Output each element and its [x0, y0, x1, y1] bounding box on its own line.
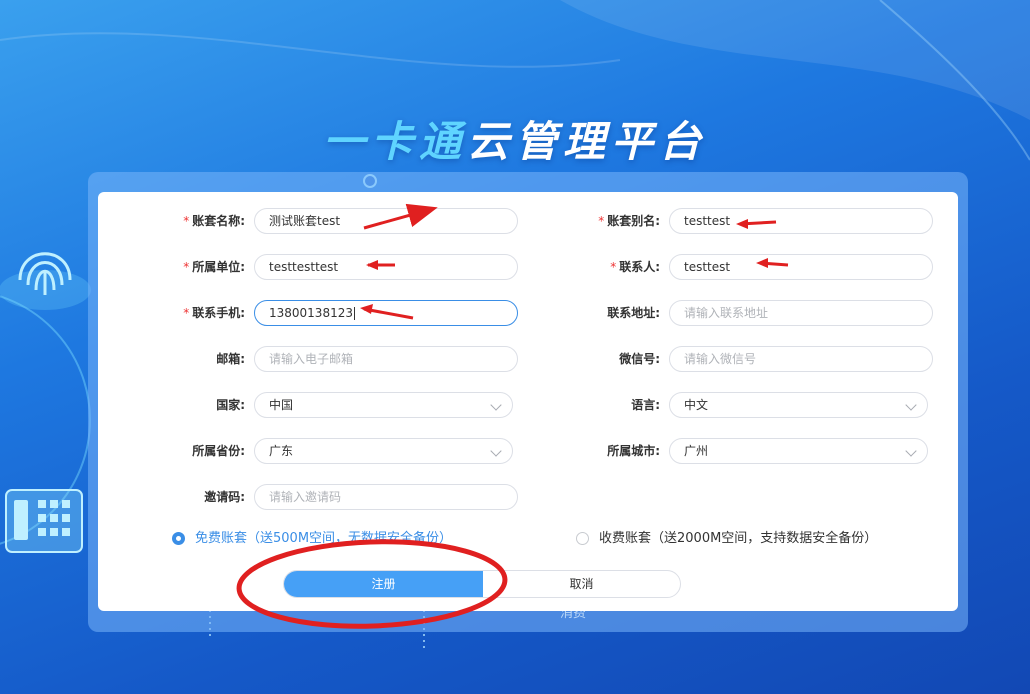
chevron-down-icon	[905, 445, 917, 457]
cancel-button[interactable]: 取消	[483, 571, 680, 597]
plan-paid-option[interactable]: 收费账套（送2000M空间，支持数据安全备份）	[576, 528, 877, 550]
label-organization: * 所属单位:	[183, 260, 245, 274]
radio-unchecked-icon	[576, 532, 589, 545]
account-name-input[interactable]: 测试账套test	[254, 208, 518, 234]
label-account-alias: * 账套别名:	[598, 214, 660, 228]
organization-input[interactable]: testtesttest	[254, 254, 518, 280]
account-alias-input[interactable]: testtest	[669, 208, 933, 234]
language-select[interactable]: 中文	[669, 392, 928, 418]
label-province: 所属省份:	[192, 444, 245, 458]
chevron-down-icon	[490, 399, 502, 411]
chevron-down-icon	[490, 445, 502, 457]
country-value: 中国	[269, 398, 294, 412]
chevron-down-icon	[905, 399, 917, 411]
contact-address-input[interactable]: 请输入联系地址	[669, 300, 933, 326]
country-select[interactable]: 中国	[254, 392, 513, 418]
label-wechat: 微信号:	[619, 352, 660, 366]
label-country: 国家:	[216, 398, 245, 412]
province-value: 广东	[269, 444, 294, 458]
text-caret	[353, 307, 355, 320]
register-button[interactable]: 注册	[284, 571, 483, 597]
label-invite-code: 邀请码:	[204, 490, 245, 504]
contact-phone-input[interactable]: 13800138123	[254, 300, 518, 326]
label-contact-address: 联系地址:	[607, 306, 660, 320]
province-select[interactable]: 广东	[254, 438, 513, 464]
contact-person-input[interactable]: testtest	[669, 254, 933, 280]
radio-checked-icon	[172, 532, 185, 545]
plan-free-option[interactable]: 免费账套（送500M空间，无数据安全备份）	[172, 528, 452, 550]
city-value: 广州	[684, 444, 709, 458]
label-contact-person: * 联系人:	[610, 260, 660, 274]
contact-phone-value: 13800138123	[269, 306, 353, 320]
app-title: 一卡通云管理平台	[322, 117, 708, 166]
action-buttons: 注册 取消	[283, 570, 681, 598]
label-city: 所属城市:	[607, 444, 660, 458]
fingerprint-icon	[0, 252, 91, 310]
language-value: 中文	[684, 398, 709, 412]
keypad-icon	[5, 489, 83, 553]
label-contact-phone: * 联系手机:	[183, 306, 245, 320]
city-select[interactable]: 广州	[669, 438, 928, 464]
email-input[interactable]: 请输入电子邮箱	[254, 346, 518, 372]
label-account-name: * 账套名称:	[183, 214, 245, 228]
label-language: 语言:	[631, 398, 660, 412]
invite-code-input[interactable]: 请输入邀请码	[254, 484, 518, 510]
wechat-input[interactable]: 请输入微信号	[669, 346, 933, 372]
label-email: 邮箱:	[216, 352, 245, 366]
